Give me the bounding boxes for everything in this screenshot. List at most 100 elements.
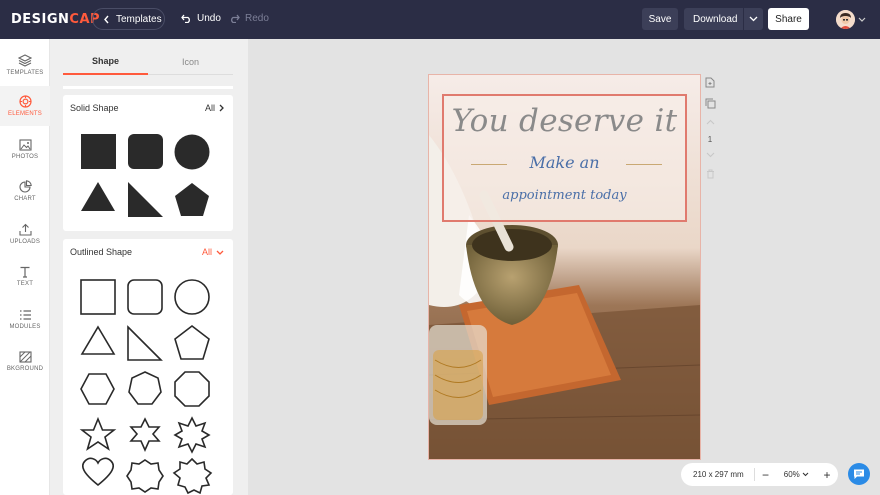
nav-modules[interactable]: MODULES [0,299,50,339]
zoom-out-button[interactable]: − [755,468,777,482]
star8-outline[interactable] [173,416,211,454]
avatar[interactable] [836,10,855,29]
duplicate-page-icon[interactable] [703,96,717,110]
nav-modules-label: MODULES [9,323,41,330]
chevron-left-icon [104,15,109,23]
trash-icon[interactable] [703,167,717,181]
badge-outline[interactable] [126,459,164,493]
modules-icon [19,309,31,320]
tab-icon[interactable]: Icon [148,49,233,75]
star5-outline[interactable] [79,416,117,451]
design-canvas[interactable]: You deserve it Make an appointment today [429,75,700,459]
templates-button[interactable]: Templates [92,8,165,30]
rounded-square-shape[interactable] [128,134,163,169]
right-triangle-shape[interactable] [128,182,163,217]
logo[interactable]: DESIGNCAP [11,12,100,27]
nav-chart-label: CHART [14,196,36,202]
add-page-icon[interactable] [703,75,717,89]
chevron-down-icon [216,250,224,255]
outlined-shape-all-link[interactable]: All [202,247,224,257]
share-button[interactable]: Share [768,8,809,30]
chevron-down-icon [858,17,866,22]
save-button[interactable]: Save [642,8,678,30]
octagon-outline[interactable] [174,371,210,407]
outlined-shape-card: Outlined Shape All [63,239,233,495]
avatar-face-icon [836,10,855,29]
panel-divider [63,86,233,89]
chevron-down-icon [802,472,809,477]
zoom-bar: 210 x 297 mm − 60% + [681,463,838,486]
outlined-shapes-grid [79,279,213,495]
chat-button[interactable] [848,463,870,485]
nav-templates[interactable]: TEMPLATES [0,45,50,85]
nav-background[interactable]: BKGROUND [0,341,50,381]
nav-chart[interactable]: CHART [0,171,50,211]
logo-main-text: DESIGN [11,12,70,27]
redo-icon [231,14,240,23]
nav-uploads[interactable]: UPLOADS [0,214,50,254]
heptagon-outline[interactable] [128,371,162,405]
pie-chart-icon [18,180,32,193]
triangle-outline[interactable] [80,325,116,355]
zoom-level: 60% [783,470,800,479]
pentagon-outline[interactable] [174,324,210,360]
poster-line1[interactable]: Make an [442,153,687,172]
star6-outline[interactable] [129,417,161,452]
rounded-square-outline[interactable] [127,279,163,315]
poster-line2[interactable]: appointment today [442,188,687,203]
solid-shapes-grid [81,134,210,217]
page-number: 1 [707,134,713,144]
poster-headline[interactable]: You deserve it [442,103,687,139]
square-outline[interactable] [80,279,116,315]
elements-icon [18,95,32,108]
upload-icon [18,223,32,236]
outlined-all-label: All [201,247,212,257]
download-button[interactable]: Download [684,8,763,30]
square-shape[interactable] [81,134,116,169]
nav-photos-label: PHOTOS [11,153,39,160]
background-icon [18,350,32,363]
download-label: Download [693,13,738,25]
top-bar: DESIGNCAP Templates Undo Redo Save Downl… [0,0,880,39]
chevron-down-icon[interactable] [744,16,763,22]
chevron-up-icon[interactable] [703,115,717,129]
nav-elements[interactable]: ELEMENTS [0,86,50,126]
triangle-shape[interactable] [81,182,115,211]
undo-icon [181,14,190,23]
hexagon-outline[interactable] [80,373,115,405]
page-size: 210 x 297 mm [693,470,744,479]
chevron-down-icon[interactable] [703,148,717,162]
elements-panel: Shape Icon Solid Shape All Outlined Shap… [50,39,248,495]
outlined-shape-title: Outlined Shape [70,247,133,257]
text-icon [20,266,30,278]
templates-label: Templates [116,13,162,25]
heart-outline[interactable] [82,457,114,487]
nav-uploads-label: UPLOADS [9,239,41,245]
nav-text[interactable]: TEXT [0,256,50,296]
nav-background-label: BKGROUND [6,365,44,372]
redo-button[interactable]: Redo [229,13,269,24]
solid-shape-all-link[interactable]: All [205,103,224,113]
solid-shape-title: Solid Shape [70,103,119,113]
circle-outline[interactable] [174,279,210,315]
nav-elements-label: ELEMENTS [8,111,42,117]
layers-icon [18,54,32,67]
zoom-level-select[interactable]: 60% [776,470,816,479]
account-menu[interactable] [836,10,866,29]
burst-outline[interactable] [172,457,213,495]
solid-all-label: All [204,103,215,113]
circle-shape[interactable] [174,134,210,170]
undo-button[interactable]: Undo [181,13,221,24]
redo-label: Redo [245,13,269,24]
chat-icon [854,469,864,479]
solid-shape-card: Solid Shape All [63,95,233,231]
pentagon-shape[interactable] [175,183,209,216]
left-nav: TEMPLATES ELEMENTS PHOTOS CHART UPLOADS … [0,39,50,495]
right-triangle-outline[interactable] [127,325,163,361]
tab-shape[interactable]: Shape [63,49,148,75]
nav-text-label: TEXT [16,280,34,287]
nav-photos[interactable]: PHOTOS [0,129,50,169]
zoom-in-button[interactable]: + [816,468,838,482]
nav-templates-label: TEMPLATES [6,70,44,76]
undo-label: Undo [197,13,221,24]
